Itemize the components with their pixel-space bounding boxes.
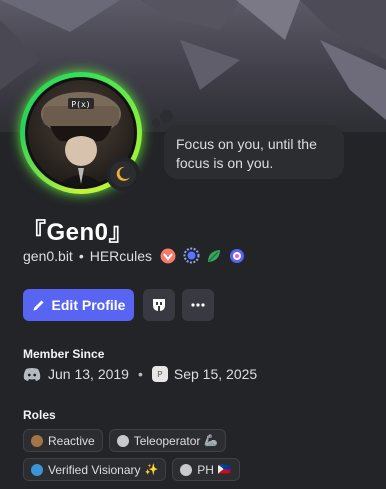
role-color-dot — [116, 434, 129, 447]
role-chip[interactable]: Teleoperator 🦾 — [108, 429, 227, 452]
member-since-row: Jun 13, 2019 • P Sep 15, 2025 — [23, 366, 257, 382]
pencil-icon — [33, 300, 44, 311]
username[interactable]: gen0.bit — [23, 248, 73, 264]
nitro-badge-icon[interactable] — [160, 247, 177, 264]
role-name: Teleoperator — [133, 433, 201, 448]
role-chip[interactable]: Verified Visionary ✨ — [23, 458, 167, 481]
role-emoji: ✨ — [144, 464, 159, 476]
member-since-separator: • — [137, 366, 143, 382]
edit-profile-button[interactable]: Edit Profile — [23, 289, 134, 321]
server-join-date: Sep 15, 2025 — [173, 366, 258, 382]
bubble-tail-large — [160, 110, 173, 123]
bubble-tail-small — [152, 119, 160, 127]
role-name: Verified Visionary — [48, 462, 141, 477]
member-since-title: Member Since — [23, 347, 105, 361]
role-color-dot — [31, 463, 43, 476]
role-emoji: 🇵🇭 — [217, 464, 232, 476]
idle-moon-icon — [116, 166, 130, 181]
leaf-badge-icon[interactable] — [206, 247, 223, 264]
badge-list — [160, 247, 246, 264]
quest-badge-icon[interactable] — [229, 247, 246, 264]
discord-join-date: Jun 13, 2019 — [48, 366, 129, 382]
edit-profile-label: Edit Profile — [51, 297, 126, 313]
custom-status-text: Focus on you, until the focus is on you. — [176, 136, 317, 171]
role-name: PH — [197, 462, 214, 477]
server-tag[interactable]: HERcules — [90, 248, 152, 264]
discord-logo-icon — [23, 368, 41, 381]
ellipsis-icon — [191, 303, 205, 307]
avatar-hat-text: P(x) — [71, 100, 90, 109]
hypesquad-badge-icon[interactable] — [183, 247, 200, 264]
username-row: gen0.bit • HERcules — [23, 247, 246, 264]
role-name: Reactive — [48, 433, 95, 448]
server-icon: P — [151, 366, 168, 382]
display-name: 『Gen0』 — [22, 219, 134, 246]
role-emoji: 🦾 — [204, 435, 219, 447]
roles-title: Roles — [23, 408, 56, 422]
status-indicator — [106, 157, 140, 191]
server-tag-icon — [153, 299, 165, 311]
role-color-dot — [180, 463, 193, 476]
username-separator: • — [78, 247, 84, 264]
server-tag-button[interactable] — [143, 289, 175, 321]
role-color-dot — [31, 434, 43, 447]
more-options-button[interactable] — [182, 289, 214, 321]
role-list: Reactive Teleoperator 🦾 Verified Visiona… — [23, 429, 368, 481]
role-chip[interactable]: PH 🇵🇭 — [172, 458, 240, 481]
role-chip[interactable]: Reactive — [23, 429, 103, 452]
custom-status-bubble: Focus on you, until the focus is on you. — [164, 125, 344, 179]
